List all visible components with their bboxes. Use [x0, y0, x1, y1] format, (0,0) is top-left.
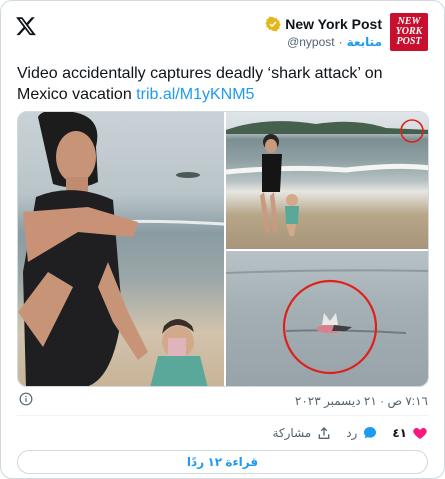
action-bar: ٤١ رد مشاركة: [272, 425, 428, 441]
media-grid: [17, 111, 429, 387]
read-replies-button[interactable]: قراءة ١٢ ردًا: [17, 450, 428, 474]
like-count: ٤١: [392, 426, 407, 440]
tweet-timestamp[interactable]: ٧:١٦ ص · ٢١ ديسمبر ٢٠٢٣: [295, 394, 428, 408]
account-display-name[interactable]: New York Post: [285, 16, 382, 32]
divider: [17, 415, 428, 416]
info-icon[interactable]: [19, 392, 33, 406]
share-icon: [318, 427, 330, 439]
reply-button[interactable]: رد: [346, 425, 378, 441]
follow-button[interactable]: متابعة: [347, 35, 382, 49]
verified-badge-icon: [265, 16, 281, 32]
photo-beach-wide[interactable]: [226, 112, 428, 249]
photo-beach-wide-illustration: [226, 119, 428, 236]
account-handle[interactable]: @nypost: [287, 35, 335, 49]
separator-dot: ·: [338, 35, 343, 49]
share-button[interactable]: مشاركة: [272, 425, 332, 441]
photo-shark-closeup-illustration: [226, 269, 428, 375]
reply-label: رد: [346, 426, 358, 440]
x-logo-icon[interactable]: [15, 15, 37, 37]
reply-icon: [364, 427, 377, 439]
tweet-header: New York Post @nypost · متابعة NEW YORK …: [265, 13, 428, 51]
photo-woman-beach[interactable]: [18, 112, 224, 386]
avatar-logo-line3: POST: [396, 36, 422, 47]
like-button[interactable]: ٤١: [392, 425, 428, 441]
photo-woman-beach-illustration: [18, 112, 224, 386]
account-names: New York Post @nypost · متابعة: [265, 13, 382, 49]
heart-icon: [413, 428, 427, 439]
tweet-text: Video accidentally captures deadly ‘shar…: [17, 63, 417, 105]
avatar[interactable]: NEW YORK POST: [390, 13, 428, 51]
tweet-link[interactable]: trib.al/M1yKNM5: [136, 86, 254, 103]
tweet-card: New York Post @nypost · متابعة NEW YORK …: [0, 0, 445, 479]
share-label: مشاركة: [272, 426, 312, 440]
photo-shark-closeup[interactable]: [226, 251, 428, 386]
